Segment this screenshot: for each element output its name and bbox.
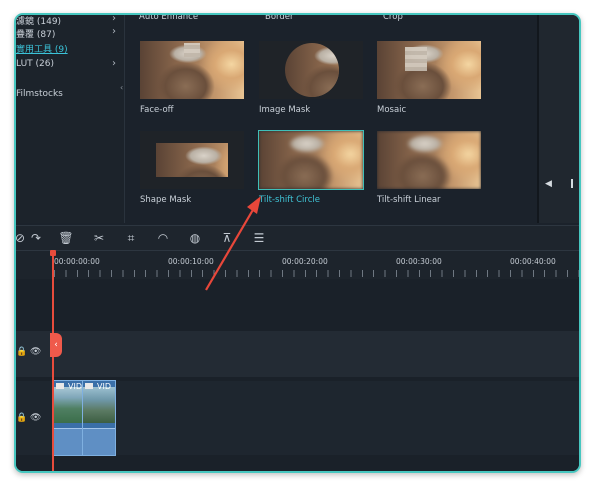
crop-icon[interactable]: ⌗ bbox=[123, 230, 139, 246]
eye-icon[interactable]: 👁 bbox=[30, 347, 41, 357]
eye-icon[interactable]: 👁 bbox=[30, 413, 41, 423]
effects-grid: Auto Enhance Border Crop Face-off Image … bbox=[125, 15, 537, 223]
video-clip[interactable]: VID bbox=[53, 380, 83, 456]
lock-icon[interactable]: 🔒 bbox=[16, 347, 27, 357]
clip-audio bbox=[54, 428, 82, 455]
adjust-icon[interactable]: ☰ bbox=[251, 230, 267, 246]
effect-thumb-tilt-shift-linear[interactable] bbox=[377, 131, 481, 189]
sidebar-item-label: LUT (26) bbox=[16, 59, 54, 69]
playhead[interactable] bbox=[52, 251, 54, 471]
pause-icon[interactable] bbox=[571, 179, 573, 188]
track-row[interactable] bbox=[16, 331, 579, 377]
clip-audio bbox=[83, 428, 115, 455]
chevron-right-icon: › bbox=[112, 13, 116, 24]
face-off-overlay bbox=[184, 43, 200, 57]
playhead-split-handle[interactable]: ‹ bbox=[50, 333, 62, 357]
sidebar-item-filmstocks[interactable]: Filmstocks bbox=[16, 89, 116, 103]
effects-sidebar: 濾鏡 (149) › 疊覆 (87) › 實用工具 (9) LUT (26) ›… bbox=[16, 15, 124, 223]
sidebar-item-label: Filmstocks bbox=[16, 89, 63, 99]
sidebar-item-overlays[interactable]: 疊覆 (87) › bbox=[16, 26, 116, 41]
cut-icon[interactable]: ✂ bbox=[91, 230, 107, 246]
sidebar-item-utility[interactable]: 實用工具 (9) bbox=[16, 42, 116, 56]
color-icon[interactable]: ◍ bbox=[187, 230, 203, 246]
tile-label: Image Mask bbox=[259, 105, 311, 115]
tile-label: Face-off bbox=[140, 105, 174, 115]
effect-thumb-mosaic[interactable] bbox=[377, 41, 481, 99]
link-icon[interactable]: ⊘ bbox=[16, 230, 28, 246]
redo-icon[interactable]: ↷ bbox=[28, 230, 44, 246]
sidebar-item-label: 實用工具 (9) bbox=[16, 45, 68, 55]
ruler-label: 00:00:20:00 bbox=[282, 257, 328, 266]
tile-label: Tilt-shift Linear bbox=[377, 195, 441, 205]
tile-label: Mosaic bbox=[377, 105, 407, 115]
chevron-right-icon: › bbox=[112, 26, 116, 37]
tile-label: Auto Enhance bbox=[139, 13, 199, 22]
video-icon bbox=[56, 383, 64, 389]
sidebar-item-lut[interactable]: LUT (26) › bbox=[16, 58, 116, 73]
tile-label: Border bbox=[265, 13, 294, 22]
previous-frame-icon[interactable]: ◀ bbox=[545, 179, 552, 189]
effect-thumb-tilt-shift-circle[interactable] bbox=[258, 130, 364, 190]
thumbnail-image bbox=[377, 131, 481, 189]
sidebar-item-filters[interactable]: 濾鏡 (149) › bbox=[16, 13, 116, 28]
clip-label: VID bbox=[97, 382, 111, 391]
timeline-ruler[interactable]: 00:00:00:00 00:00:10:00 00:00:20:00 00:0… bbox=[16, 251, 579, 279]
effect-thumb-shape-mask[interactable] bbox=[140, 131, 244, 189]
effect-thumb-image-mask[interactable] bbox=[259, 41, 363, 99]
ruler-label: 00:00:30:00 bbox=[396, 257, 442, 266]
tile-label: Shape Mask bbox=[140, 195, 192, 205]
app-window: 濾鏡 (149) › 疊覆 (87) › 實用工具 (9) LUT (26) ›… bbox=[14, 13, 581, 473]
sidebar-item-label: 濾鏡 (149) bbox=[16, 17, 62, 27]
mask-rectangle bbox=[156, 143, 228, 177]
thumbnail-image bbox=[259, 131, 363, 189]
mask-circle bbox=[285, 43, 339, 97]
tile-label-selected: Tilt-shift Circle bbox=[259, 195, 320, 205]
ruler-ticks bbox=[54, 270, 579, 277]
thumbnail-image bbox=[377, 41, 481, 99]
speed-icon[interactable]: ◠ bbox=[155, 230, 171, 246]
chevron-right-icon: › bbox=[112, 58, 116, 69]
clip-label: VID bbox=[68, 382, 82, 391]
delete-icon[interactable]: 🗑 bbox=[58, 230, 74, 246]
clip-thumbnail bbox=[83, 387, 115, 423]
timeline-toolbar: ⊘ ↷ 🗑 ✂ ⌗ ◠ ◍ ⊼ ☰ bbox=[16, 225, 579, 251]
ruler-label: 00:00:40:00 bbox=[510, 257, 556, 266]
export-frame-icon[interactable]: ⊼ bbox=[219, 230, 235, 246]
collapse-sidebar-icon[interactable]: ‹ bbox=[120, 83, 123, 92]
playhead-handle[interactable] bbox=[50, 250, 56, 256]
video-clip[interactable]: VID bbox=[82, 380, 116, 456]
clip-thumbnail bbox=[54, 387, 82, 423]
effect-thumb-face-off[interactable] bbox=[140, 41, 244, 99]
sidebar-item-label: 疊覆 (87) bbox=[16, 30, 56, 40]
mosaic-overlay bbox=[405, 47, 427, 71]
lock-icon[interactable]: 🔒 bbox=[16, 413, 27, 423]
thumbnail-image bbox=[285, 43, 339, 97]
video-icon bbox=[85, 383, 93, 389]
preview-panel bbox=[539, 15, 579, 223]
ruler-label: 00:00:00:00 bbox=[54, 257, 100, 266]
tile-label: Crop bbox=[383, 13, 403, 22]
thumbnail-image bbox=[156, 143, 228, 177]
ruler-label: 00:00:10:00 bbox=[168, 257, 214, 266]
